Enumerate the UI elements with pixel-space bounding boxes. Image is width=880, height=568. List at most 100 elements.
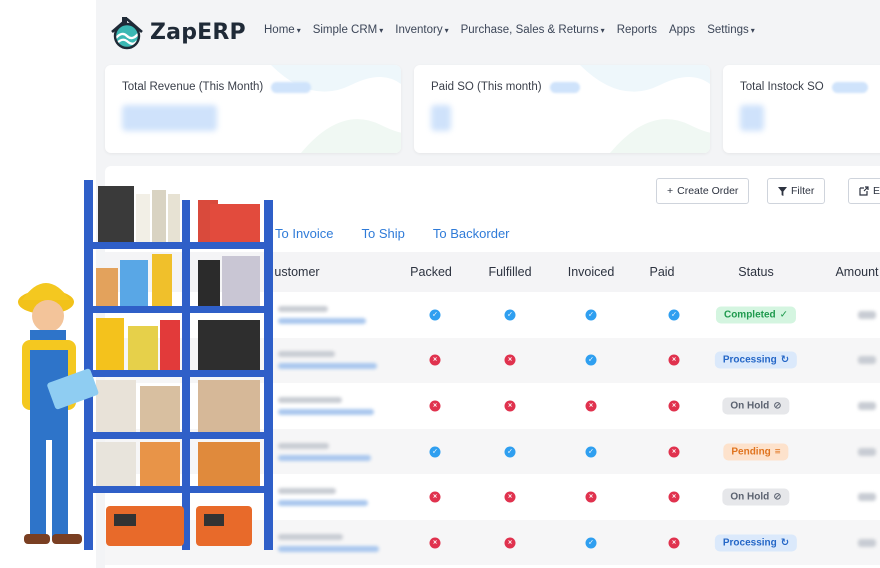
column-header-amount[interactable]: Amount	[835, 265, 878, 279]
nav-item-reports[interactable]: Reports	[611, 24, 663, 36]
ban-icon: ⊘	[773, 491, 782, 503]
blurred-value	[122, 105, 217, 131]
status-badge: Processing ↻	[714, 351, 798, 369]
check-circle-icon: ✓	[585, 309, 597, 321]
status-badge: On Hold ⊘	[722, 488, 790, 506]
tab-to-invoice[interactable]: To Invoice	[275, 226, 334, 241]
blurred-customer-name	[278, 488, 336, 495]
blurred-customer-email	[278, 363, 377, 370]
nav-item-inventory[interactable]: Inventory ▾	[389, 24, 454, 36]
nav-item-simple-crm[interactable]: Simple CRM ▾	[307, 24, 390, 36]
warehouse-worker-illustration	[18, 180, 273, 550]
status-badge: Processing ↻	[714, 534, 798, 552]
tab-to-backorder[interactable]: To Backorder	[433, 226, 510, 241]
blurred-customer-email	[278, 409, 374, 415]
check-circle-icon: ✓	[585, 446, 597, 458]
x-circle-icon: ×	[429, 537, 441, 549]
x-circle-icon: ×	[429, 354, 441, 366]
x-circle-icon: ×	[429, 400, 441, 412]
check-circle-icon: ✓	[504, 446, 516, 458]
x-circle-icon: ×	[429, 491, 441, 503]
stat-card-revenue[interactable]: Total Revenue (This Month)	[105, 65, 401, 153]
x-circle-icon: ×	[668, 400, 680, 412]
x-circle-icon: ×	[504, 400, 516, 412]
caret-down-icon: ▾	[444, 26, 449, 35]
tab-to-ship[interactable]: To Ship	[362, 226, 405, 241]
column-header-paid[interactable]: Paid	[649, 265, 674, 279]
nav-item-label: Apps	[668, 24, 696, 36]
column-header-customer[interactable]: ustomer	[274, 265, 319, 279]
caret-down-icon: ▾	[600, 26, 605, 35]
blurred-customer-name	[278, 305, 328, 312]
x-circle-icon: ×	[668, 491, 680, 503]
blurred-value	[740, 105, 764, 131]
blurred-customer-name	[278, 442, 329, 449]
status-badge: Pending ≡	[723, 443, 789, 461]
check-circle-icon: ✓	[668, 309, 680, 321]
nav-item-home[interactable]: Home ▾	[258, 24, 307, 36]
blurred-customer-email	[278, 500, 368, 507]
list-icon: ≡	[774, 446, 781, 458]
blurred-value	[431, 105, 451, 131]
x-circle-icon: ×	[504, 537, 516, 549]
refresh-icon: ↻	[780, 354, 790, 366]
status-badge: Completed ✓	[715, 306, 797, 324]
blurred-customer-email	[278, 317, 366, 324]
blurred-amount	[858, 447, 876, 456]
nav-item-apps[interactable]: Apps	[663, 24, 701, 36]
check-circle-icon: ✓	[585, 354, 597, 366]
stat-card-paid-so[interactable]: Paid SO (This month)	[414, 65, 710, 153]
column-header-fulfilled[interactable]: Fulfilled	[488, 265, 531, 279]
status-label: On Hold	[730, 491, 770, 503]
check-circle-icon: ✓	[504, 309, 516, 321]
column-header-status[interactable]: Status	[738, 265, 773, 279]
main-menu: Home ▾ Simple CRM ▾ Inventory ▾ Purchase, Sale…	[258, 24, 761, 36]
x-circle-icon: ×	[668, 446, 680, 458]
check-circle-icon: ✓	[429, 446, 441, 458]
column-header-invoiced[interactable]: Invoiced	[568, 265, 615, 279]
create-order-button[interactable]: + Create Order	[656, 178, 750, 204]
blurred-amount	[858, 310, 876, 319]
blurred-badge	[549, 81, 580, 93]
stat-card-instock-so[interactable]: Total Instock SO	[723, 65, 880, 153]
card-wave-decoration	[580, 65, 710, 153]
column-header-packed[interactable]: Packed	[410, 265, 452, 279]
app-name: ZapERP	[150, 19, 246, 45]
blurred-customer-email	[278, 454, 371, 461]
blurred-customer-name	[278, 351, 335, 358]
status-badge: On Hold ⊘	[722, 397, 790, 415]
filter-label: Filter	[791, 185, 815, 197]
blurred-amount	[858, 493, 876, 502]
blurred-amount	[858, 538, 876, 547]
status-label: Processing	[722, 354, 777, 366]
card-wave-decoration	[271, 65, 401, 153]
export-button[interactable]: E	[848, 178, 880, 204]
x-circle-icon: ×	[504, 354, 516, 366]
blurred-customer-name	[278, 397, 342, 403]
check-icon: ✓	[779, 309, 789, 321]
nav-item-label: Simple CRM	[312, 24, 378, 36]
x-circle-icon: ×	[668, 537, 680, 549]
blurred-badge	[831, 81, 868, 93]
nav-item-purchase-sales-returns[interactable]: Purchase, Sales & Returns ▾	[455, 24, 611, 36]
status-label: Completed	[723, 309, 776, 321]
nav-item-label: Reports	[616, 24, 657, 36]
nav-item-label: Inventory	[395, 24, 443, 36]
status-label: On Hold	[730, 400, 770, 412]
nav-item-label: Settings	[707, 24, 749, 36]
app-logo[interactable]: ZapERP	[108, 14, 246, 50]
card-title: Total Instock SO	[740, 81, 824, 93]
caret-down-icon: ▾	[750, 26, 755, 35]
nav-item-settings[interactable]: Settings ▾	[701, 24, 761, 36]
blurred-customer-name	[278, 533, 343, 540]
external-link-icon	[859, 186, 869, 196]
nav-item-label: Home	[264, 24, 295, 36]
create-order-label: Create Order	[677, 185, 739, 197]
check-circle-icon: ✓	[429, 309, 441, 321]
caret-down-icon: ▾	[379, 26, 384, 35]
filter-button[interactable]: Filter	[767, 178, 826, 204]
check-circle-icon: ✓	[585, 537, 597, 549]
x-circle-icon: ×	[585, 400, 597, 412]
blurred-badge	[271, 81, 312, 93]
order-tabs: To Invoice To Ship To Backorder	[275, 226, 510, 241]
